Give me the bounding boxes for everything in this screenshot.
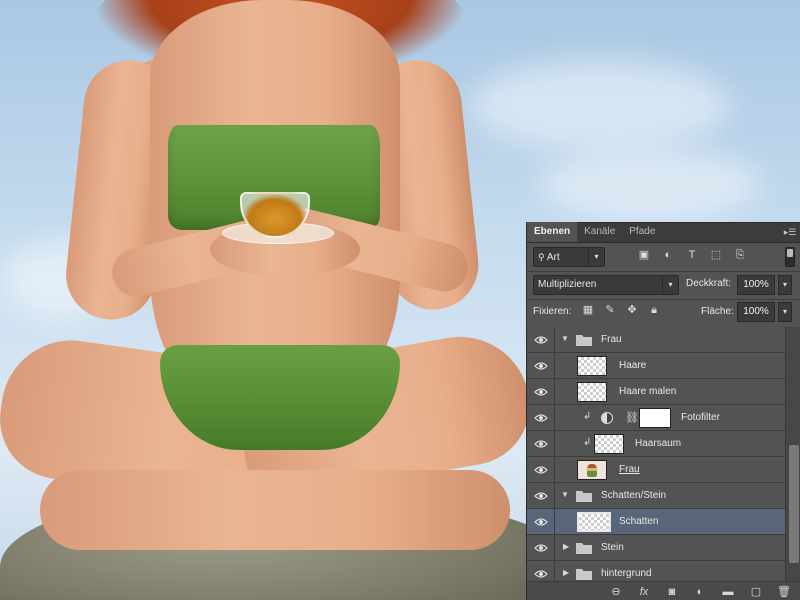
adjustment-layer-icon [601,412,613,424]
layer-name: Schatten [619,516,659,527]
layer-list-scrollbar[interactable] [785,327,800,581]
chevron-down-icon: ▾ [588,248,604,266]
layer-row-haare-malen[interactable]: Haare malen [527,379,785,405]
divider [527,271,800,272]
search-icon: ⚲ [538,252,545,262]
filter-toggle[interactable] [785,247,795,267]
blend-mode-select[interactable]: Multiplizieren ▾ [533,275,679,295]
panel-tabbar: Ebenen Kanäle Pfade ▸☰ [527,222,800,243]
trash-icon[interactable]: 🗑︎ [777,583,791,600]
smartobject-filter-icon[interactable]: ⎘ [733,248,747,262]
eye-icon[interactable] [527,327,555,353]
eye-icon[interactable] [527,457,555,483]
lock-icons: ▦ ✎ ✥ 🔒︎ [581,303,661,317]
lock-image-icon[interactable]: ✎ [603,303,617,317]
chevron-down-icon: ▾ [662,276,678,294]
collapse-triangle-icon[interactable]: ▶ [563,542,573,552]
fill-label: Fläche: [701,306,734,317]
layer-name: hintergrund [601,568,652,579]
layer-name: Frau [601,334,622,345]
type-filter-icon[interactable]: T [685,248,699,262]
pixel-filter-icon[interactable]: ▣ [637,248,651,262]
eye-icon[interactable] [527,405,555,431]
adjustment-filter-icon[interactable]: ◐ [661,248,675,262]
layer-row-haarsaum[interactable]: ↲ Haarsaum [527,431,785,457]
layers-panel: Ebenen Kanäle Pfade ▸☰ ⚲ Art ▾ ▣ ◐ T ⬚ ⎘… [526,222,800,600]
scrollbar-thumb[interactable] [789,445,799,563]
cloud [540,150,760,220]
layer-thumbnail [594,434,624,454]
opacity-label: Deckkraft: [686,278,732,289]
layer-name: Stein [601,542,624,553]
folder-icon [576,491,592,502]
lock-position-icon[interactable]: ✥ [625,303,639,317]
layer-thumbnail [577,382,607,402]
eye-icon[interactable] [527,535,555,561]
layer-name: Haare malen [619,386,677,397]
green-bottom [160,345,400,450]
layer-name: Schatten/Stein [601,490,667,501]
layer-row-fotofilter[interactable]: ↲ ⛓ Fotofilter [527,405,785,431]
blend-mode-value: Multiplizieren [538,279,597,290]
eye-icon[interactable] [527,509,555,535]
cloud [470,60,730,150]
layer-name: Haare [619,360,647,371]
layer-row-frau[interactable]: Frau [527,457,785,483]
filter-kind-select[interactable]: ⚲ Art ▾ [533,247,605,267]
lock-all-icon[interactable]: 🔒︎ [647,303,661,317]
layer-name: Fotofilter [681,412,720,423]
link-layers-icon[interactable]: ⊖ [609,583,623,600]
panel-menu-icon[interactable]: ▸☰ [780,222,800,242]
layer-thumbnail [577,512,611,532]
layer-row-group-frau[interactable]: ▼ Frau [527,327,785,353]
filter-kind-value: Art [546,252,560,263]
tab-layers[interactable]: Ebenen [527,222,578,242]
layer-name: Haarsaum [635,438,682,449]
expand-triangle-icon[interactable]: ▼ [561,334,571,344]
eye-icon[interactable] [527,431,555,457]
layer-row-schatten[interactable]: Schatten [527,509,785,535]
lock-transparent-icon[interactable]: ▦ [581,303,595,317]
layer-mask-thumbnail[interactable] [639,408,671,428]
fill-input[interactable]: 100% [737,302,775,322]
opacity-input[interactable]: 100% [737,275,775,295]
opacity-dropdown-icon[interactable]: ▾ [778,275,792,295]
eye-icon[interactable] [527,483,555,509]
feet [40,470,510,550]
layer-list: ▼ Frau Haare Haare malen ↲ ⛓ Fotofilter [527,327,785,581]
collapse-triangle-icon[interactable]: ▶ [563,568,573,578]
clipping-arrow-icon: ↲ [583,437,592,448]
panel-footer: ⊖ fx ◙ ◐ ▬ ▢ 🗑︎ [527,581,800,600]
layer-style-fx-icon[interactable]: fx [637,583,651,600]
shape-filter-icon[interactable]: ⬚ [709,248,723,262]
folder-icon [576,335,592,346]
clipping-arrow-icon: ↲ [583,411,592,422]
folder-icon [576,569,592,580]
fill-dropdown-icon[interactable]: ▾ [778,302,792,322]
tab-channels[interactable]: Kanäle [577,222,622,242]
layer-row-haare[interactable]: Haare [527,353,785,379]
link-chain-icon[interactable]: ⛓ [625,411,639,424]
add-mask-icon[interactable]: ◙ [665,583,679,600]
lock-label: Fixieren: [533,306,572,317]
eye-icon[interactable] [527,353,555,379]
tab-paths[interactable]: Pfade [622,222,662,242]
new-group-icon[interactable]: ▬ [721,583,735,600]
layer-thumbnail [577,356,607,376]
layer-row-group-schatten-stein[interactable]: ▼ Schatten/Stein [527,483,785,509]
layer-row-group-hintergrund[interactable]: ▶ hintergrund [527,561,785,581]
eye-icon[interactable] [527,561,555,581]
new-adjustment-icon[interactable]: ◐ [693,583,707,600]
layer-thumbnail [577,460,607,480]
folder-icon [576,543,592,554]
filter-icons: ▣ ◐ T ⬚ ⎘ [637,248,747,262]
divider [527,299,800,300]
layer-filter-row: ⚲ Art ▾ ▣ ◐ T ⬚ ⎘ [527,245,800,271]
layer-row-group-stein[interactable]: ▶ Stein [527,535,785,561]
layer-name: Frau [619,464,640,475]
new-layer-icon[interactable]: ▢ [749,583,763,600]
eye-icon[interactable] [527,379,555,405]
expand-triangle-icon[interactable]: ▼ [561,490,571,500]
